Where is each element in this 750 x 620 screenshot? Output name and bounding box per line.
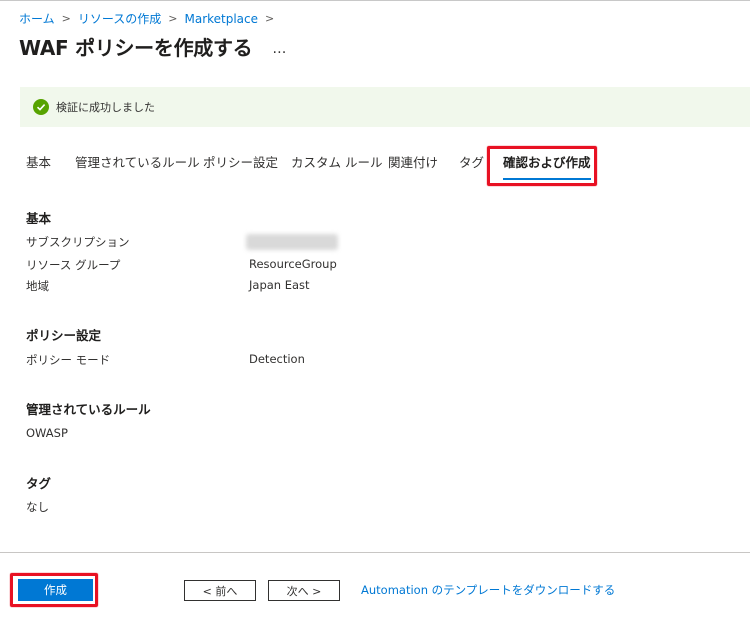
check-circle-icon <box>33 99 49 115</box>
tab-basics[interactable]: 基本 <box>26 154 51 180</box>
page-title: WAF ポリシーを作成する <box>19 36 253 60</box>
more-options-button[interactable]: … <box>272 41 286 57</box>
policy-mode-label: ポリシー モード <box>26 353 111 367</box>
tags-value: なし <box>26 500 49 514</box>
tab-tags[interactable]: タグ <box>459 154 484 180</box>
subscription-label: サブスクリプション <box>26 235 130 249</box>
breadcrumb-separator: > <box>265 12 275 25</box>
breadcrumb-home[interactable]: ホーム <box>19 10 55 27</box>
validation-banner: 検証に成功しました <box>20 87 750 127</box>
policy-mode-value: Detection <box>249 352 305 366</box>
section-policy-settings-title: ポリシー設定 <box>26 328 102 343</box>
title-row: WAF ポリシーを作成する … <box>19 32 286 61</box>
breadcrumb: ホーム > リソースの作成 > Marketplace > <box>19 10 281 27</box>
section-tags-title: タグ <box>26 476 52 491</box>
breadcrumb-separator: > <box>61 12 71 25</box>
section-managed-rules-title: 管理されているルール <box>26 402 151 417</box>
download-template-link[interactable]: Automation のテンプレートをダウンロードする <box>361 582 615 598</box>
tab-associations[interactable]: 関連付け <box>388 154 438 180</box>
previous-button[interactable]: < 前へ <box>184 580 256 601</box>
validation-message: 検証に成功しました <box>56 101 155 114</box>
create-button[interactable]: 作成 <box>18 579 93 601</box>
section-basics-title: 基本 <box>26 211 52 226</box>
breadcrumb-marketplace[interactable]: Marketplace <box>184 12 258 26</box>
managed-rules-value: OWASP <box>26 426 68 440</box>
tab-managed-rules[interactable]: 管理されているルール <box>75 154 200 180</box>
wizard-tabs: 基本 管理されているルール ポリシー設定 カスタム ルール 関連付け タグ 確認… <box>0 154 750 180</box>
resource-group-label: リソース グループ <box>26 258 121 272</box>
breadcrumb-separator: > <box>168 12 178 25</box>
tab-review-create[interactable]: 確認および作成 <box>503 154 591 180</box>
next-button[interactable]: 次へ > <box>268 580 340 601</box>
tab-policy-settings[interactable]: ポリシー設定 <box>203 154 278 180</box>
region-value: Japan East <box>249 278 310 292</box>
resource-group-value: ResourceGroup <box>249 257 337 271</box>
region-label: 地域 <box>26 279 49 293</box>
footer-divider <box>0 552 750 553</box>
tab-custom-rules[interactable]: カスタム ルール <box>291 154 382 180</box>
top-border <box>0 0 750 1</box>
subscription-value-redacted <box>246 234 338 250</box>
breadcrumb-create-resource[interactable]: リソースの作成 <box>78 10 161 27</box>
